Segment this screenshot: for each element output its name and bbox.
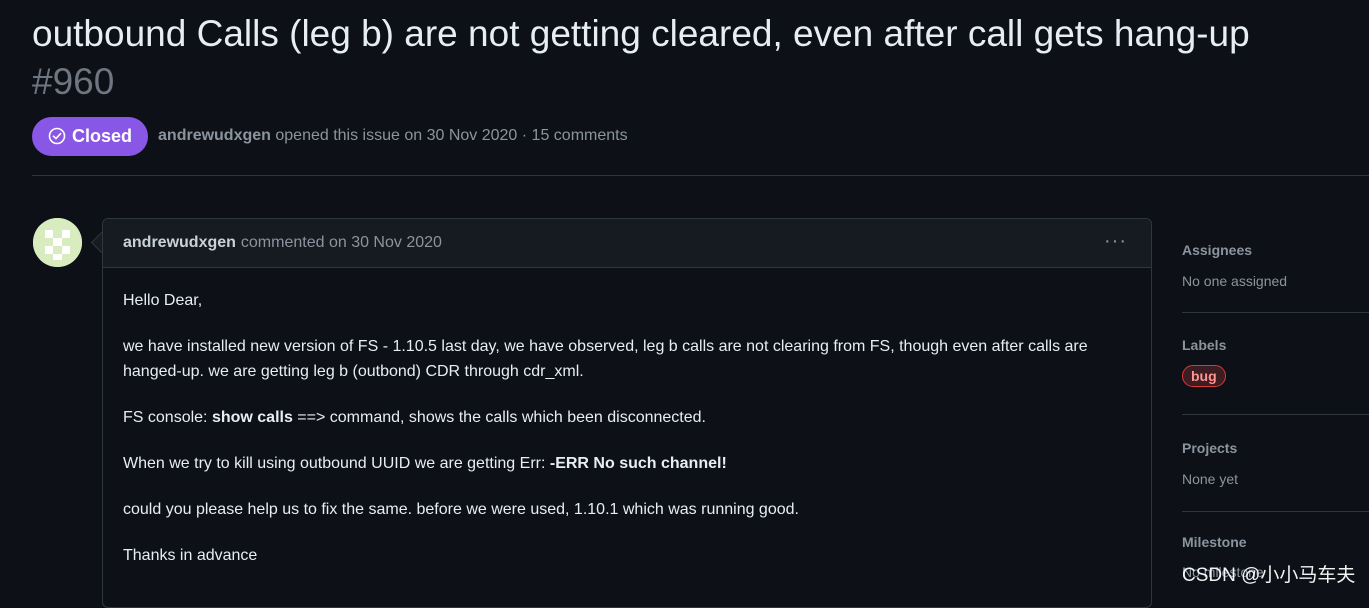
comment-paragraph: Thanks in advance: [123, 547, 258, 564]
issue-title: outbound Calls (leg b) are not getting c…: [32, 13, 1250, 54]
issue-number: #960: [32, 61, 115, 102]
bold-text: show calls: [211, 409, 293, 426]
comment-paragraph: When we try to kill using outbound UUID …: [123, 451, 1131, 476]
comment-paragraph: we have installed new version of FS - 1.…: [123, 338, 1088, 380]
comment-paragraph: Hello Dear,: [123, 292, 203, 309]
sidebar-assignees-value: No one assigned: [1182, 273, 1288, 289]
closed-state-label: Closed: [72, 125, 133, 146]
text-span: FS console:: [123, 409, 212, 426]
comment-author-link[interactable]: andrewudxgen: [123, 234, 236, 252]
watermark: CSDN @小小马车夫: [1182, 565, 1356, 586]
issue-author-link[interactable]: andrewudxgen: [158, 127, 271, 144]
label-bug[interactable]: bug: [1182, 365, 1226, 387]
avatar-identicon: [33, 218, 82, 267]
text-span: When we try to kill using outbound UUID …: [123, 455, 550, 472]
closed-state-badge: Closed: [32, 116, 149, 156]
sidebar-labels: Labels bug: [1182, 313, 1369, 415]
sidebar-assignees-title[interactable]: Assignees: [1182, 242, 1369, 258]
text-span: ==> command, shows the calls which been …: [292, 409, 706, 426]
issue-meta: andrewudxgen opened this issue on 30 Nov…: [158, 127, 628, 145]
issue-state-row: Closed andrewudxgen opened this issue on…: [32, 116, 628, 156]
bold-text: -ERR No such channel!: [549, 455, 727, 472]
check-circle-icon: [48, 127, 66, 145]
sidebar-projects: Projects None yet: [1182, 415, 1369, 512]
sidebar-projects-value: None yet: [1182, 471, 1239, 487]
comment-body: Hello Dear, we have installed new versio…: [103, 268, 1151, 568]
issue-meta-text: opened this issue on 30 Nov 2020 · 15 co…: [275, 127, 628, 144]
comment-meta[interactable]: commented on 30 Nov 2020: [241, 234, 442, 252]
comment-paragraph: FS console: show calls ==> command, show…: [123, 405, 1131, 430]
kebab-menu-icon[interactable]: ···: [1104, 231, 1127, 251]
comment-paragraph: could you please help us to fix the same…: [123, 501, 799, 518]
comment-box: andrewudxgen commented on 30 Nov 2020 ··…: [102, 218, 1152, 608]
sidebar-labels-title[interactable]: Labels: [1182, 337, 1369, 353]
comment-header: andrewudxgen commented on 30 Nov 2020 ··…: [103, 219, 1151, 268]
sidebar-assignees: Assignees No one assigned: [1182, 230, 1369, 313]
sidebar-projects-title[interactable]: Projects: [1182, 440, 1369, 456]
sidebar-milestone-title[interactable]: Milestone: [1182, 534, 1369, 550]
avatar[interactable]: [33, 218, 82, 267]
header-divider: [32, 175, 1369, 176]
